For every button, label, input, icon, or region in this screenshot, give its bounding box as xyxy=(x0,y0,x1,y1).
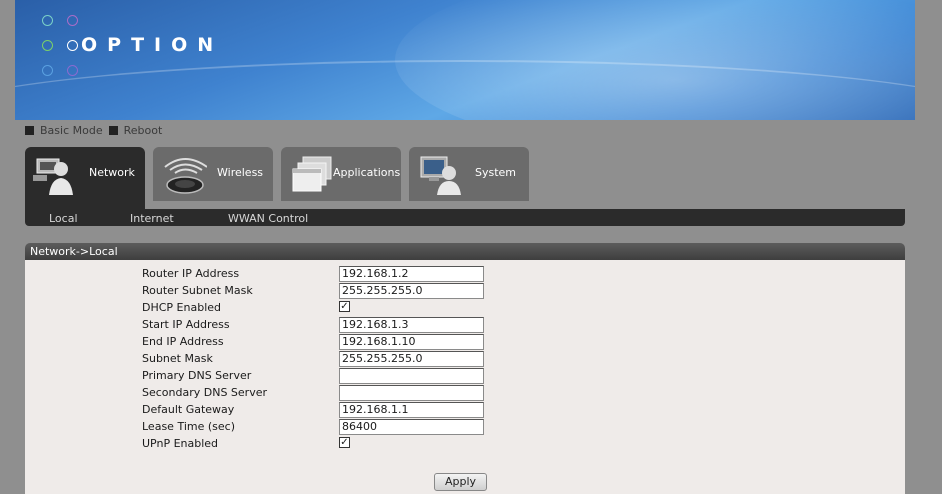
form-row-end-ip: End IP Address 192.168.1.10 xyxy=(142,334,502,351)
panel-title: Network->Local xyxy=(30,245,118,258)
form-row-primary-dns: Primary DNS Server xyxy=(142,368,502,385)
network-user-icon xyxy=(33,158,73,195)
form-row-router-ip: Router IP Address 192.168.1.2 xyxy=(142,266,502,283)
basic-mode-link[interactable]: Basic Mode xyxy=(40,124,103,137)
system-icon xyxy=(420,156,461,195)
apply-button[interactable]: Apply xyxy=(434,473,487,491)
start-ip-input[interactable]: 192.168.1.3 xyxy=(339,317,484,333)
field-label: Subnet Mask xyxy=(142,352,213,365)
applications-icon xyxy=(292,156,332,192)
field-label: Secondary DNS Server xyxy=(142,386,268,399)
subnet-mask-input[interactable]: 255.255.255.0 xyxy=(339,351,484,367)
field-label: End IP Address xyxy=(142,335,224,348)
tab-label: Applications xyxy=(333,166,401,179)
mode-bar: Basic Mode Reboot xyxy=(25,123,168,137)
settings-form: Router IP Address 192.168.1.2 Router Sub… xyxy=(25,260,905,494)
tab-label: Network xyxy=(89,166,135,179)
subnav-local[interactable]: Local xyxy=(49,212,78,225)
upnp-enabled-checkbox[interactable]: ✓ xyxy=(339,437,350,448)
tab-system[interactable]: System xyxy=(409,147,529,201)
form-row-upnp: UPnP Enabled ✓ xyxy=(142,436,502,453)
field-label: Primary DNS Server xyxy=(142,369,252,382)
reboot-link[interactable]: Reboot xyxy=(124,124,163,137)
end-ip-input[interactable]: 192.168.1.10 xyxy=(339,334,484,350)
router-ip-input[interactable]: 192.168.1.2 xyxy=(339,266,484,282)
form-row-router-subnet: Router Subnet Mask 255.255.255.0 xyxy=(142,283,502,300)
logo-dot xyxy=(67,15,78,26)
field-label: UPnP Enabled xyxy=(142,437,219,450)
field-label: Default Gateway xyxy=(142,403,235,416)
lease-time-input[interactable]: 86400 xyxy=(339,419,484,435)
logo-dot xyxy=(67,65,78,76)
subnav-wwan-control[interactable]: WWAN Control xyxy=(228,212,308,225)
primary-dns-input[interactable] xyxy=(339,368,484,384)
header-banner: OPTION xyxy=(15,0,915,120)
subnav-internet[interactable]: Internet xyxy=(130,212,174,225)
secondary-dns-input[interactable] xyxy=(339,385,484,401)
tab-label: Wireless xyxy=(217,166,264,179)
dhcp-enabled-checkbox[interactable]: ✓ xyxy=(339,301,350,312)
form-row-dhcp: DHCP Enabled ✓ xyxy=(142,300,502,317)
field-label: Router Subnet Mask xyxy=(142,284,253,297)
bullet-icon xyxy=(25,125,34,135)
logo-dot xyxy=(67,40,78,51)
router-subnet-input[interactable]: 255.255.255.0 xyxy=(339,283,484,299)
form-row-lease-time: Lease Time (sec) 86400 xyxy=(142,419,502,436)
default-gateway-input[interactable]: 192.168.1.1 xyxy=(339,402,484,418)
field-label: DHCP Enabled xyxy=(142,301,222,314)
field-label: Start IP Address xyxy=(142,318,230,331)
field-label: Lease Time (sec) xyxy=(142,420,235,433)
logo-dot xyxy=(42,40,53,51)
logo-text: OPTION xyxy=(81,34,224,56)
panel-header: Network->Local xyxy=(25,243,905,260)
tab-wireless[interactable]: Wireless xyxy=(153,147,273,201)
form-row-subnet-mask: Subnet Mask 255.255.255.0 xyxy=(142,351,502,368)
wireless-icon xyxy=(164,158,207,194)
form-row-start-ip: Start IP Address 192.168.1.3 xyxy=(142,317,502,334)
bullet-icon xyxy=(108,125,118,135)
sub-navigation: Local Internet WWAN Control xyxy=(25,209,905,226)
form-row-secondary-dns: Secondary DNS Server xyxy=(142,385,502,402)
tab-label: System xyxy=(475,166,517,179)
form-row-default-gateway: Default Gateway 192.168.1.1 xyxy=(142,402,502,419)
logo-dot xyxy=(42,15,53,26)
tab-applications[interactable]: Applications xyxy=(281,147,401,201)
logo-dot xyxy=(42,65,53,76)
tab-network[interactable]: Network xyxy=(25,147,145,209)
field-label: Router IP Address xyxy=(142,267,240,280)
